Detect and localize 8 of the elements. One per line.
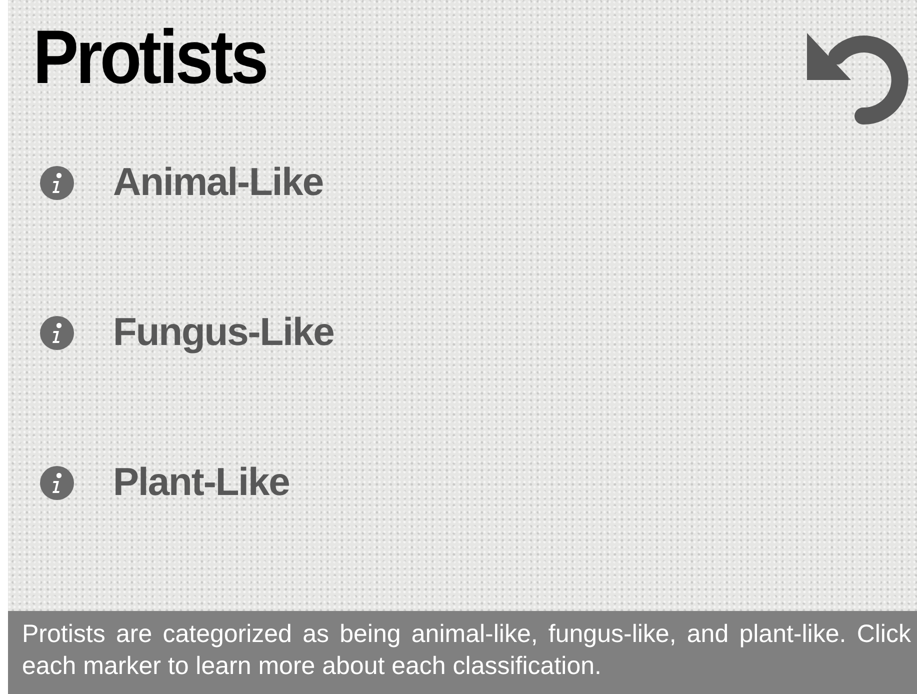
page-title: Protists: [33, 14, 266, 102]
info-icon[interactable]: [39, 165, 75, 201]
marker-label[interactable]: Animal-Like: [113, 161, 324, 205]
info-icon[interactable]: [39, 315, 75, 351]
marker-label[interactable]: Fungus-Like: [113, 311, 334, 355]
caption-text: Protists are categorized as being animal-like, fungus-like, and plant-like. Click each marker to learn more about each classification.: [22, 619, 911, 682]
info-icon[interactable]: [39, 465, 75, 501]
marker-label[interactable]: Plant-Like: [113, 461, 290, 505]
